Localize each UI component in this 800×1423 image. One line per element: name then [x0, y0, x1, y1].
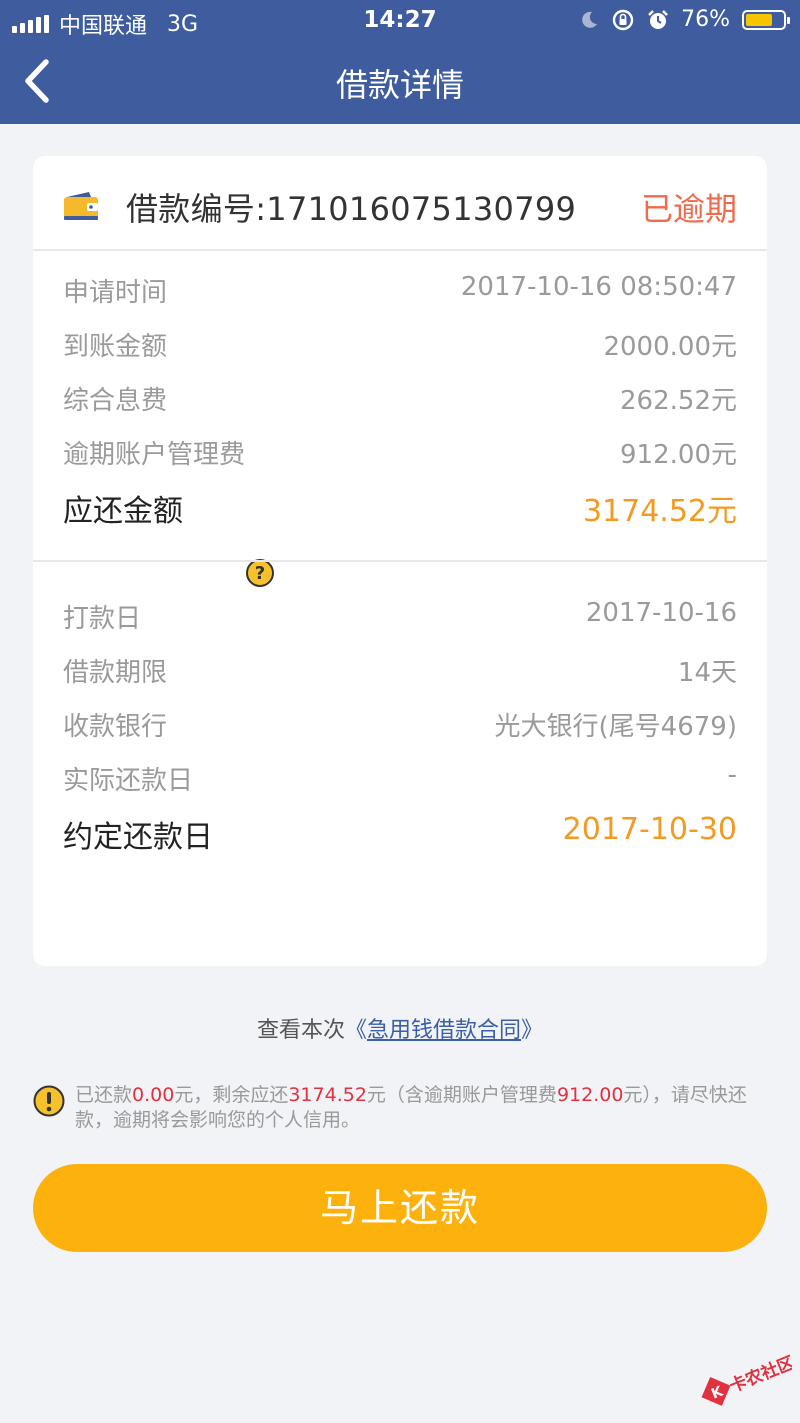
row-value: 2017-10-16	[585, 598, 737, 628]
contract-line: 查看本次《急用钱借款合同》	[0, 1012, 800, 1044]
row-value: 光大银行(尾号4679)	[494, 712, 737, 742]
remaining-amount: 3174.52	[288, 1084, 367, 1106]
repayment-notice: 已还款0.00元，剩余应还3174.52元（含逾期账户管理费912.00元），请…	[75, 1083, 770, 1133]
row-value: 2000.00元	[603, 332, 737, 362]
total-value: 3174.52元	[582, 494, 737, 529]
question-help-icon[interactable]: ?	[245, 558, 275, 588]
row-value: 262.52元	[620, 386, 737, 416]
notice-text: 元，剩余应还	[174, 1084, 289, 1106]
total-label: 应还金额	[63, 494, 183, 529]
moon-icon	[582, 11, 598, 28]
info-row-received-amount: 到账金额 2000.00元	[63, 326, 737, 366]
row-label: 打款日	[63, 604, 142, 634]
info-row-due-date: 约定还款日 2017-10-30	[63, 812, 737, 855]
status-bar: 中国联通 3G 14:27 76%	[0, 0, 800, 40]
notice-text: 已还款	[75, 1084, 133, 1106]
contract-close-bracket: 》	[521, 1018, 544, 1043]
info-row-payout-date: 打款日 2017-10-16	[63, 598, 737, 638]
page-title: 借款详情	[335, 66, 464, 104]
contract-link[interactable]: 急用钱借款合同	[367, 1018, 521, 1043]
card-header: 借款编号:171016075130799 已逾期	[33, 156, 767, 251]
row-label: 收款银行	[63, 712, 168, 742]
row-label: 综合息费	[63, 386, 168, 416]
info-row-actual-repay-date: 实际还款日 -	[63, 760, 737, 800]
row-value: -	[727, 760, 737, 790]
repay-now-button[interactable]: 马上还款	[33, 1164, 767, 1252]
watermark-logo: K 卡农社区	[701, 1352, 792, 1406]
info-row-interest-fee: 综合息费 262.52元	[63, 380, 737, 420]
section-divider	[33, 560, 767, 562]
info-row-apply-time: 申请时间 2017-10-16 08:50:47	[63, 272, 737, 312]
contract-prefix: 查看本次	[256, 1018, 345, 1043]
info-row-overdue-fee: 逾期账户管理费 912.00元	[63, 434, 737, 474]
row-value: 14天	[677, 658, 737, 688]
loan-number: 借款编号:171016075130799	[126, 190, 577, 228]
loan-detail-card: 借款编号:171016075130799 已逾期 申请时间 2017-10-16…	[33, 156, 767, 966]
info-row-receiving-bank: 收款银行 光大银行(尾号4679)	[63, 706, 737, 746]
battery-icon	[742, 9, 790, 30]
warning-icon	[33, 1085, 65, 1117]
info-row-total-due: 应还金额 3174.52元	[63, 486, 737, 529]
svg-text:?: ?	[255, 563, 265, 584]
nav-bar: 借款详情	[0, 40, 800, 124]
header-bar: 中国联通 3G 14:27 76% 借款详情	[0, 0, 800, 124]
row-label: 到账金额	[63, 332, 168, 362]
due-date-label: 约定还款日	[63, 820, 213, 855]
wallet-icon	[64, 192, 98, 220]
watermark-text: 卡农社区	[727, 1352, 792, 1397]
battery-percent: 76%	[681, 7, 730, 32]
row-label: 实际还款日	[63, 766, 194, 796]
rotation-lock-icon	[612, 9, 634, 30]
notice-text: 元（含逾期账户管理费	[366, 1084, 557, 1106]
alarm-icon	[648, 9, 668, 29]
due-date-value: 2017-10-30	[562, 812, 737, 847]
row-value: 912.00元	[620, 440, 737, 470]
row-label: 借款期限	[63, 658, 168, 688]
row-label: 申请时间	[63, 278, 168, 308]
info-row-loan-term: 借款期限 14天	[63, 652, 737, 692]
overdue-fee-amount: 912.00	[556, 1084, 624, 1106]
overdue-status: 已逾期	[640, 190, 737, 228]
row-label: 逾期账户管理费	[63, 440, 246, 470]
row-value: 2017-10-16 08:50:47	[460, 272, 737, 302]
paid-amount: 0.00	[132, 1084, 175, 1106]
contract-open-bracket: 《	[344, 1018, 367, 1043]
